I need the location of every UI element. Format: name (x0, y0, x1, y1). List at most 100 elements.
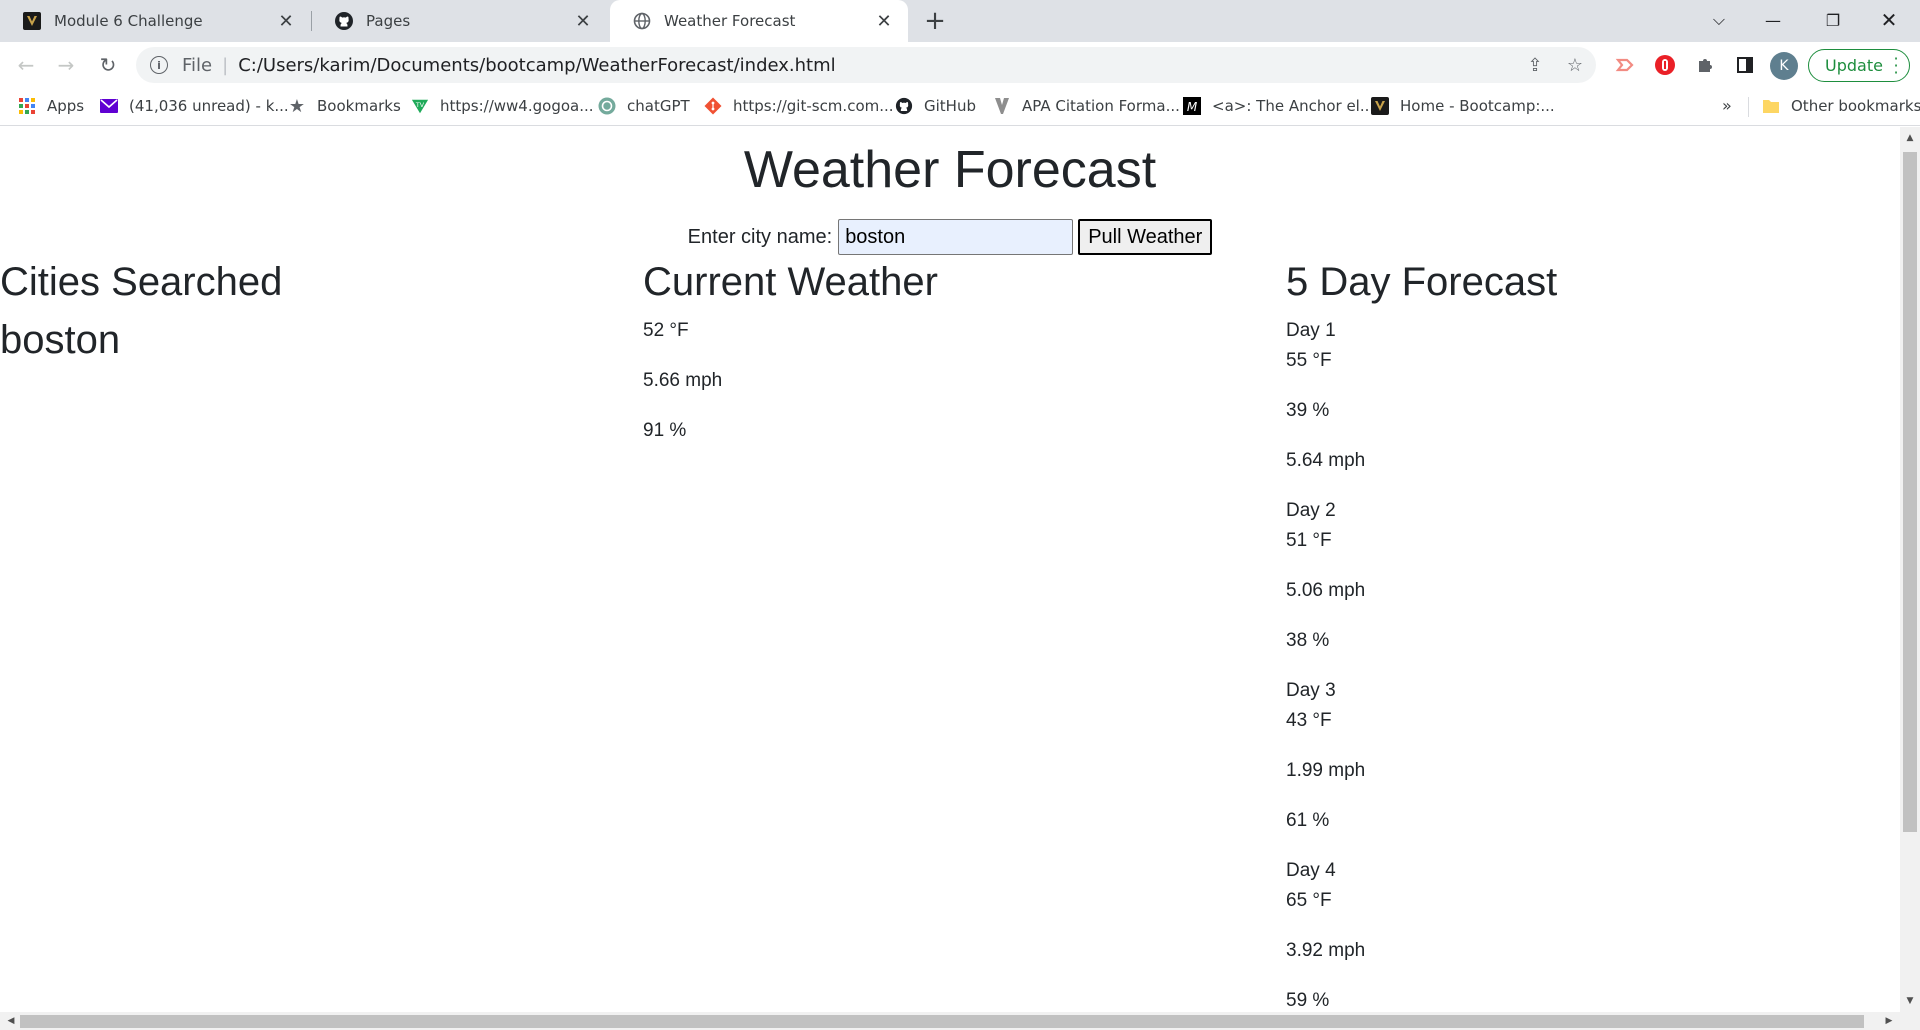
close-icon[interactable]: ✕ (573, 11, 593, 32)
adblock-extension-icon[interactable] (1652, 52, 1678, 78)
bookmark-label: chatGPT (627, 97, 690, 115)
vanderbilt-icon (22, 11, 42, 31)
bookmark-bookmarks[interactable]: ★ Bookmarks (288, 88, 401, 124)
share-icon[interactable]: ⇪ (1522, 52, 1548, 78)
bookmark-mdn-anchor[interactable]: M <a>: The Anchor el... (1183, 88, 1374, 124)
mdn-icon: M (1183, 97, 1201, 115)
forecast-day-detail: 5.64 mph (1286, 450, 1366, 471)
svg-text:M: M (1187, 100, 1198, 114)
address-divider: | (222, 54, 229, 76)
profile-avatar[interactable]: K (1770, 52, 1798, 80)
bookmark-git-scm[interactable]: https://git-scm.com... (704, 88, 894, 124)
update-button[interactable]: Update · · · (1808, 49, 1910, 82)
new-tab-button[interactable]: + (920, 6, 950, 36)
cities-searched-heading: Cities Searched (0, 260, 283, 304)
bookmark-other-bookmarks[interactable]: Other bookmarks (1762, 88, 1920, 124)
bookmark-apps[interactable]: Apps (18, 88, 84, 124)
tab-module-6-challenge[interactable]: Module 6 Challenge ✕ (0, 0, 310, 42)
bookmark-github[interactable]: GitHub (895, 88, 976, 124)
bookmark-label: APA Citation Forma... (1022, 97, 1180, 115)
forecast-day-temperature: 51 °F (1286, 530, 1332, 551)
update-label: Update (1825, 56, 1883, 75)
forecast-day-temperature: 65 °F (1286, 890, 1332, 911)
forecast-day-name: Day 4 (1286, 860, 1336, 881)
forecast-day-temperature: 43 °F (1286, 710, 1332, 731)
folder-icon (1762, 97, 1780, 115)
forecast-day: Day 1 55 °F 39 % 5.64 mph (1286, 316, 1557, 476)
page-title: Weather Forecast (743, 141, 1157, 199)
bookmark-gogoa[interactable]: TV https://ww4.gogoa... (411, 88, 594, 124)
tab-pages[interactable]: Pages ✕ (312, 0, 607, 42)
forecast-day: Day 4 65 °F 3.92 mph 59 % (1286, 856, 1557, 1012)
forecast-day: Day 3 43 °F 1.99 mph 61 % (1286, 676, 1557, 836)
back-arrow-icon[interactable]: ← (10, 49, 42, 81)
scroll-left-arrow-icon[interactable]: ◀ (2, 1012, 20, 1030)
bookmark-apa-citation[interactable]: APA Citation Forma... (993, 88, 1180, 124)
horizontal-scrollbar[interactable]: ◀ ▶ (0, 1012, 1920, 1030)
svg-text:TV: TV (415, 102, 425, 109)
bookmark-chatgpt[interactable]: chatGPT (598, 88, 690, 124)
restore-icon[interactable]: ❐ (1810, 0, 1856, 40)
tab-search-chevron-down-icon[interactable]: ⌵ (1696, 0, 1742, 40)
tab-title: Pages (366, 12, 411, 30)
tab-title: Module 6 Challenge (54, 12, 203, 30)
bookmark-mail[interactable]: (41,036 unread) - k... (100, 88, 289, 124)
bookmark-label: GitHub (924, 97, 976, 115)
searched-city-item[interactable]: boston (0, 316, 282, 364)
openai-icon (598, 97, 616, 115)
address-scheme: File (182, 54, 213, 76)
scroll-right-arrow-icon[interactable]: ▶ (1880, 1012, 1898, 1030)
city-name-input[interactable] (838, 219, 1074, 255)
extensions-puzzle-icon[interactable] (1692, 52, 1718, 78)
horizontal-scroll-thumb[interactable] (20, 1015, 1864, 1028)
extension-cast-icon[interactable] (1612, 52, 1638, 78)
mail-icon (100, 97, 118, 115)
pull-weather-button[interactable]: Pull Weather (1078, 219, 1213, 255)
search-form: Enter city name: Pull Weather (0, 219, 1900, 255)
five-day-forecast-section: 5 Day Forecast Day 1 55 °F 39 % 5.64 mph… (1286, 258, 1557, 1012)
close-window-icon[interactable]: ✕ (1866, 0, 1912, 40)
forecast-day-detail: 3.92 mph (1286, 940, 1366, 961)
current-weather-heading: Current Weather (643, 260, 938, 304)
bookmark-label: <a>: The Anchor el... (1212, 97, 1375, 115)
tab-title: Weather Forecast (664, 12, 796, 30)
forecast-day: Day 2 51 °F 5.06 mph 38 % (1286, 496, 1557, 656)
page-viewport: Weather Forecast Enter city name: Pull W… (0, 127, 1900, 1012)
tab-weather-forecast[interactable]: Weather Forecast ✕ (610, 0, 908, 42)
bookmark-label: (41,036 unread) - k... (129, 97, 289, 115)
purdue-icon (993, 97, 1011, 115)
city-name-label: Enter city name: (687, 225, 833, 248)
current-wind-speed: 5.66 mph (643, 370, 723, 391)
git-icon (704, 97, 722, 115)
minimize-icon[interactable]: — (1750, 0, 1796, 40)
site-info-icon[interactable]: i (150, 56, 168, 74)
address-bar[interactable]: i File | C:/Users/karim/Documents/bootca… (136, 47, 1596, 83)
scroll-down-arrow-icon[interactable]: ▼ (1900, 992, 1920, 1010)
github-icon (895, 97, 913, 115)
vanderbilt-icon (1371, 97, 1389, 115)
reload-icon[interactable]: ↻ (92, 49, 124, 81)
gogoanime-icon: TV (411, 97, 429, 115)
kebab-menu-icon[interactable]: · · · (1893, 51, 1899, 81)
side-panel-icon[interactable] (1732, 52, 1758, 78)
browser-toolbar: ← → ↻ i File | C:/Users/karim/Documents/… (0, 42, 1920, 88)
bookmark-star-icon[interactable]: ☆ (1562, 52, 1588, 78)
vertical-scroll-thumb[interactable] (1903, 152, 1917, 832)
more-bookmarks-chevron-icon[interactable]: » (1722, 96, 1732, 115)
bookmark-label: Apps (47, 97, 85, 115)
forward-arrow-icon[interactable]: → (50, 49, 82, 81)
bookmark-label: https://git-scm.com... (733, 97, 894, 115)
close-icon[interactable]: ✕ (874, 11, 894, 32)
vertical-scrollbar[interactable]: ▲ ▼ (1900, 127, 1920, 1012)
tab-strip: Module 6 Challenge ✕ Pages ✕ Weather For… (0, 0, 1920, 42)
bookmark-label: Bookmarks (317, 97, 401, 115)
bookmarks-bar: Apps (41,036 unread) - k... ★ Bookmarks … (0, 88, 1920, 126)
close-icon[interactable]: ✕ (276, 11, 296, 32)
forecast-day-detail: 61 % (1286, 810, 1330, 831)
forecast-heading: 5 Day Forecast (1286, 260, 1558, 304)
scroll-up-arrow-icon[interactable]: ▲ (1900, 129, 1920, 147)
forecast-day-temperature: 55 °F (1286, 350, 1332, 371)
bookmark-bootcamp-home[interactable]: Home - Bootcamp:... (1371, 88, 1555, 124)
forecast-day-name: Day 2 (1286, 500, 1336, 521)
current-temperature: 52 °F (643, 320, 689, 341)
